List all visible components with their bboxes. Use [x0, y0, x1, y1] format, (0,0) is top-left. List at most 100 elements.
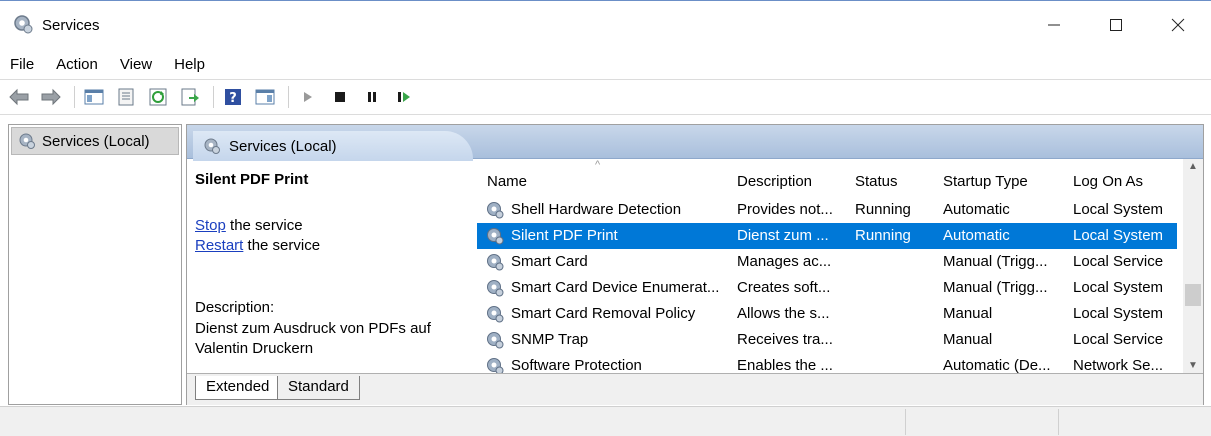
restart-service-action: Restart the service — [195, 237, 320, 254]
cell-name: Smart Card — [511, 253, 588, 270]
stop-link-suffix: the service — [225, 217, 303, 234]
cell-description: Dienst zum ... — [737, 227, 829, 244]
vertical-scrollbar[interactable]: ▲ ▼ — [1183, 159, 1203, 373]
menu-bar: File Action View Help — [0, 51, 1211, 77]
show-hide-action-pane-icon — [255, 89, 275, 105]
menu-action[interactable]: Action — [56, 56, 98, 73]
cell-name: Silent PDF Print — [511, 227, 618, 244]
services-list: ^ Name Description Status Startup Type L… — [477, 159, 1202, 373]
pane-header-tab: Services (Local) — [193, 131, 473, 161]
show-hide-tree-button[interactable] — [83, 86, 105, 108]
tree-item-services-local[interactable]: Services (Local) — [11, 127, 179, 155]
tree-item-label: Services (Local) — [42, 132, 150, 150]
cell-logon: Local Service — [1073, 253, 1164, 270]
service-gear-icon — [487, 280, 504, 297]
cell-startup: Automatic (De... — [943, 357, 1051, 373]
description-text: Dienst zum Ausdruck von PDFs auf Valenti… — [195, 320, 431, 357]
window-title: Services — [42, 17, 100, 34]
forward-arrow-icon — [41, 88, 61, 106]
menu-view[interactable]: View — [120, 56, 152, 73]
pause-service-icon — [368, 92, 376, 102]
column-header-name[interactable]: Name — [487, 173, 527, 190]
service-gear-icon — [487, 358, 504, 373]
services-gear-icon — [14, 15, 33, 34]
stop-link[interactable]: Stop — [195, 217, 226, 234]
help-icon: ? — [225, 89, 241, 106]
column-headers: ^ Name Description Status Startup Type L… — [477, 159, 1177, 197]
service-gear-icon — [487, 254, 504, 271]
stop-service-icon — [335, 92, 345, 102]
service-row[interactable]: Smart Card Manages ac... Manual (Trigg... L… — [477, 249, 1177, 275]
service-row[interactable]: Shell Hardware Detection Provides not... R… — [477, 197, 1177, 223]
service-row[interactable]: SNMP Trap Receives tra... Manual Local Serv… — [477, 327, 1177, 353]
stop-service-button[interactable] — [329, 86, 351, 108]
service-gear-icon — [487, 228, 504, 245]
export-list-icon — [181, 88, 199, 106]
scroll-down-icon[interactable]: ▼ — [1183, 360, 1203, 371]
minimize-icon — [1048, 24, 1060, 26]
cell-description: Enables the ... — [737, 357, 833, 373]
cell-name: Software Protection — [511, 357, 642, 373]
cell-description: Allows the s... — [737, 305, 830, 322]
column-header-startup-type[interactable]: Startup Type — [943, 173, 1028, 190]
start-service-button[interactable] — [297, 86, 319, 108]
service-row[interactable]: Smart Card Device Enumerat... Creates sof… — [477, 275, 1177, 301]
cell-logon: Local System — [1073, 279, 1164, 296]
cell-name: Smart Card Device Enumerat... — [511, 279, 720, 296]
column-header-description[interactable]: Description — [737, 173, 812, 190]
close-button[interactable] — [1155, 1, 1201, 49]
title-bar: Services — [0, 0, 1211, 51]
pause-service-button[interactable] — [361, 86, 383, 108]
minimize-button[interactable] — [1031, 1, 1077, 49]
scroll-thumb[interactable] — [1185, 284, 1201, 306]
cell-description: Provides not... — [737, 201, 833, 218]
properties-button[interactable] — [115, 86, 137, 108]
toolbar: ? — [0, 79, 1211, 115]
cell-startup: Automatic — [943, 227, 1010, 244]
tab-standard[interactable]: Standard — [277, 376, 360, 400]
service-row[interactable]: Software Protection Enables the ... Automa… — [477, 353, 1177, 373]
refresh-icon — [149, 88, 167, 106]
restart-link[interactable]: Restart — [195, 237, 243, 254]
status-bar — [0, 406, 1211, 436]
close-icon — [1171, 18, 1185, 32]
cell-logon: Local System — [1073, 201, 1164, 218]
toolbar-separator — [288, 86, 289, 108]
menu-help[interactable]: Help — [174, 56, 205, 73]
service-row[interactable]: Smart Card Removal Policy Allows the s...… — [477, 301, 1177, 327]
forward-button[interactable] — [40, 86, 62, 108]
show-hide-action-pane-button[interactable] — [254, 86, 276, 108]
restart-service-button[interactable] — [393, 86, 415, 108]
cell-name: SNMP Trap — [511, 331, 589, 348]
cell-logon: Local System — [1073, 227, 1164, 244]
back-button[interactable] — [8, 86, 30, 108]
menu-file[interactable]: File — [10, 56, 34, 73]
cell-startup: Automatic — [943, 201, 1010, 218]
cell-description: Manages ac... — [737, 253, 832, 270]
service-gear-icon — [487, 306, 504, 323]
export-list-button[interactable] — [179, 86, 201, 108]
column-header-log-on-as[interactable]: Log On As — [1073, 173, 1143, 190]
maximize-button[interactable] — [1093, 1, 1139, 49]
cell-name: Smart Card Removal Policy — [511, 305, 696, 322]
cell-startup: Manual (Trigg... — [943, 253, 1048, 270]
refresh-button[interactable] — [147, 86, 169, 108]
selected-service-name: Silent PDF Print — [195, 171, 309, 188]
help-button[interactable]: ? — [222, 86, 244, 108]
sort-indicator-icon: ^ — [595, 159, 601, 171]
cell-startup: Manual — [943, 331, 993, 348]
service-row[interactable]: Silent PDF Print Dienst zum ... Running Aut… — [477, 223, 1177, 249]
status-segment — [1058, 409, 1059, 435]
back-arrow-icon — [9, 88, 29, 106]
column-header-status[interactable]: Status — [855, 173, 898, 190]
svg-text:?: ? — [229, 91, 237, 106]
service-gear-icon — [487, 332, 504, 349]
service-detail-panel: Silent PDF Print Stop the service Restar… — [195, 171, 465, 357]
cell-startup: Manual — [943, 305, 993, 322]
tab-extended[interactable]: Extended — [195, 376, 281, 400]
scroll-up-icon[interactable]: ▲ — [1183, 161, 1203, 172]
pane-header: Services (Local) — [187, 125, 1203, 161]
cell-status: Running — [855, 201, 911, 218]
show-hide-console-tree-icon — [84, 89, 104, 105]
cell-description: Creates soft... — [737, 279, 831, 296]
